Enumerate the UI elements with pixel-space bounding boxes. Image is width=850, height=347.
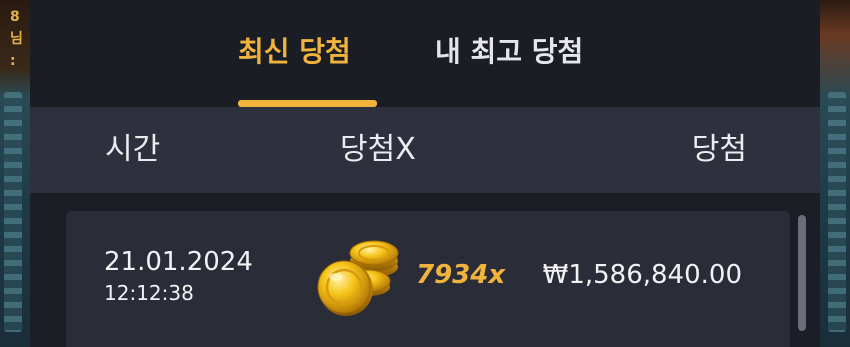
- tab-bar: 최신 당첨 내 최고 당첨: [30, 0, 820, 107]
- row-time: 12:12:38: [104, 281, 194, 305]
- row-multiplier: 7934x: [416, 260, 506, 290]
- scrollbar[interactable]: [798, 215, 806, 331]
- active-tab-indicator: [238, 100, 377, 107]
- table-header: 시간 당첨X 당첨: [30, 107, 820, 193]
- game-background-left: 8님:: [0, 0, 30, 347]
- game-background-right: [820, 0, 850, 347]
- tab-latest-wins[interactable]: 최신 당첨: [238, 30, 351, 74]
- gold-coins-icon: [317, 240, 399, 316]
- wins-panel: 최신 당첨 내 최고 당첨 시간 당첨X 당첨 21.01.2024 12:12…: [30, 0, 820, 347]
- column-header-time: 시간: [105, 132, 161, 167]
- column-header-win: 당첨: [691, 132, 747, 167]
- row-date: 21.01.2024: [104, 247, 253, 277]
- pillar-decoration: [4, 92, 22, 332]
- table-row[interactable]: 21.01.2024 12:12:38 7934x ₩1,586,840.00: [66, 211, 790, 347]
- screen: 8님: 최신 당첨 내 최고 당첨 시간 당첨X 당첨 21.01.2024 1…: [0, 0, 850, 347]
- background-text: 8님:: [10, 9, 23, 69]
- wins-list[interactable]: 21.01.2024 12:12:38 7934x ₩1,586,840.00: [30, 193, 820, 347]
- column-header-multiplier: 당첨X: [340, 132, 416, 167]
- tab-my-best-wins[interactable]: 내 최고 당첨: [435, 30, 583, 74]
- pillar-decoration: [828, 92, 846, 332]
- row-win-amount: ₩1,586,840.00: [542, 260, 742, 290]
